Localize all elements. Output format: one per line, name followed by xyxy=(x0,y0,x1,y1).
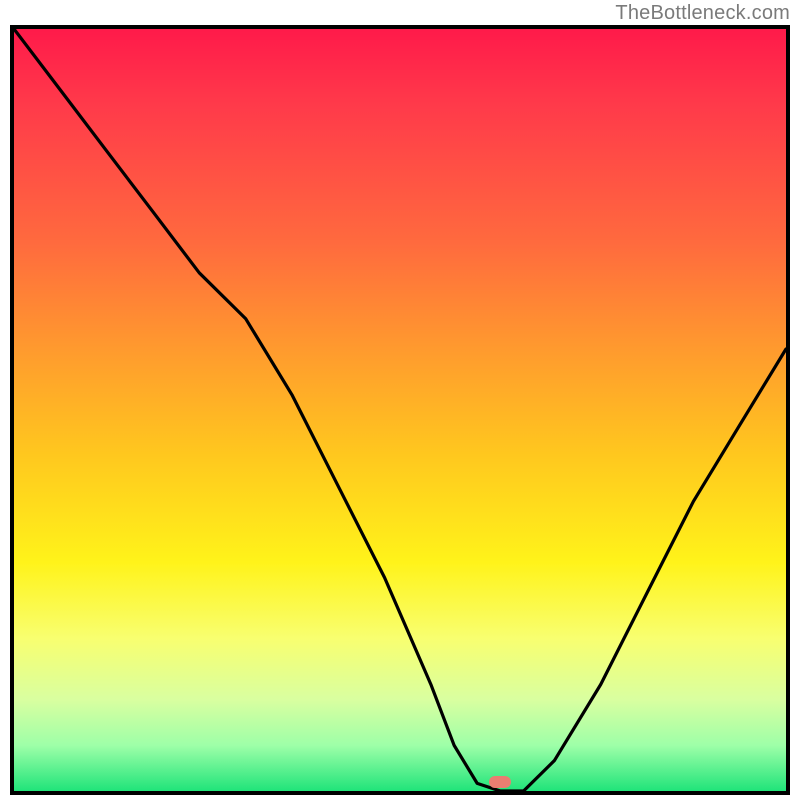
chart-container: TheBottleneck.com xyxy=(0,0,800,800)
watermark-text: TheBottleneck.com xyxy=(615,2,790,25)
plot-frame xyxy=(10,25,790,795)
bottleneck-curve-path xyxy=(14,29,786,791)
curve-layer xyxy=(14,29,786,791)
optimal-point-marker xyxy=(489,776,511,788)
